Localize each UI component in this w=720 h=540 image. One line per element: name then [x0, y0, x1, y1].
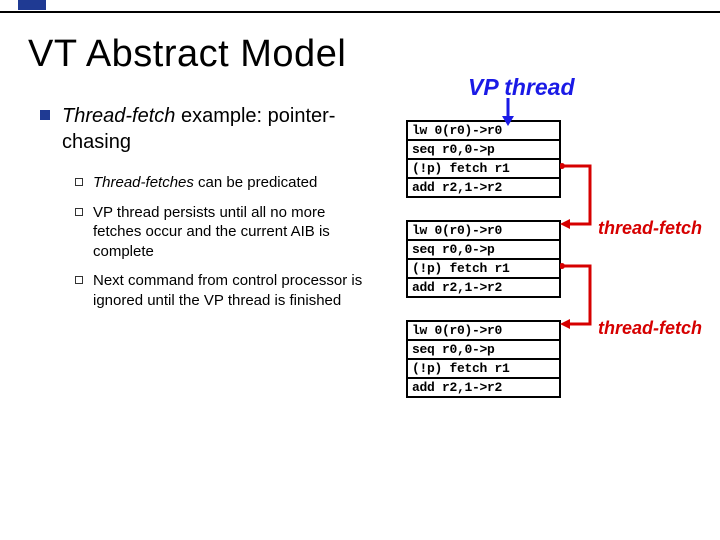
code-line: seq r0,0->p — [408, 241, 559, 260]
thread-fetch-label: thread-fetch — [598, 218, 702, 239]
bullet-level2: Next command from control processor is i… — [75, 271, 370, 310]
code-line: lw 0(r0)->r0 — [408, 122, 559, 141]
code-line: add r2,1->r2 — [408, 179, 559, 196]
thread-fetch-label: thread-fetch — [598, 318, 702, 339]
bullet-l2-text: Thread-fetches can be predicated — [93, 173, 317, 193]
aib-block: lw 0(r0)->r0 seq r0,0->p (!p) fetch r1 a… — [406, 220, 561, 298]
bullet-level2: Thread-fetches can be predicated — [75, 173, 370, 193]
hollow-square-icon — [75, 178, 83, 186]
code-line: add r2,1->r2 — [408, 279, 559, 296]
bullet-l2-rest: Next command from control processor is i… — [93, 272, 362, 309]
hollow-square-icon — [75, 276, 83, 284]
code-line: add r2,1->r2 — [408, 379, 559, 396]
content-area: Thread-fetch example: pointer-chasing Th… — [0, 76, 720, 320]
header-accent — [18, 0, 46, 10]
code-line: seq r0,0->p — [408, 341, 559, 360]
bullet-l1-em: Thread-fetch — [62, 105, 175, 127]
aib-block: lw 0(r0)->r0 seq r0,0->p (!p) fetch r1 a… — [406, 120, 561, 198]
text-column: Thread-fetch example: pointer-chasing Th… — [0, 104, 370, 320]
aib-block: lw 0(r0)->r0 seq r0,0->p (!p) fetch r1 a… — [406, 320, 561, 398]
bullet-l2-text: Next command from control processor is i… — [93, 271, 370, 310]
bullet-l2-rest: can be predicated — [194, 174, 317, 191]
vp-thread-label: VP thread — [468, 74, 575, 101]
code-line: (!p) fetch r1 — [408, 360, 559, 379]
bullet-l2-text: VP thread persists until all no more fet… — [93, 203, 370, 262]
code-line: seq r0,0->p — [408, 141, 559, 160]
code-line: lw 0(r0)->r0 — [408, 222, 559, 241]
bullet-level2: VP thread persists until all no more fet… — [75, 203, 370, 262]
code-line: (!p) fetch r1 — [408, 260, 559, 279]
header-rule — [0, 0, 720, 13]
hollow-square-icon — [75, 208, 83, 216]
bullet-l1-text: Thread-fetch example: pointer-chasing — [62, 104, 370, 155]
bullet-l2-em: Thread-fetches — [93, 174, 194, 191]
code-line: lw 0(r0)->r0 — [408, 322, 559, 341]
square-bullet-icon — [40, 110, 50, 120]
slide-title: VT Abstract Model — [28, 33, 720, 76]
code-line: (!p) fetch r1 — [408, 160, 559, 179]
code-column: lw 0(r0)->r0 seq r0,0->p (!p) fetch r1 a… — [400, 120, 700, 420]
bullet-l2-rest: VP thread persists until all no more fet… — [93, 204, 330, 260]
sub-bullets: Thread-fetches can be predicated VP thre… — [40, 173, 370, 310]
bullet-level1: Thread-fetch example: pointer-chasing — [40, 104, 370, 155]
